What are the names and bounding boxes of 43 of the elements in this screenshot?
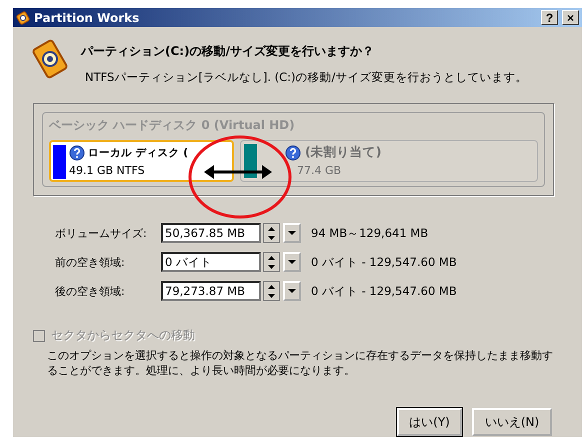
close-button[interactable]: × <box>562 10 579 25</box>
dropdown-button[interactable] <box>283 223 301 243</box>
spinner-control[interactable] <box>263 252 280 272</box>
option-description: このオプションを選択すると操作の対象となるパーティションに存在するデータを保持したまま移動することができます。処理に、より長い時間が必要になります。 <box>47 348 554 378</box>
partition-size: 49.1 GB NTFS <box>69 164 146 177</box>
double-arrow-icon <box>204 165 272 179</box>
dialog-description: NTFSパーティション[ラベルなし]. (C:)の移動/サイズ変更を行おうとしています。 <box>84 70 528 85</box>
checkbox-label: セクタからセクタへの移動 <box>51 327 195 344</box>
partition-name: ローカル ディスク ( <box>88 146 188 160</box>
field-label: 前の空き領域: <box>55 254 126 270</box>
window-title: Partition Works <box>34 10 140 24</box>
dropdown-button[interactable] <box>283 252 301 272</box>
field-label: ボリュームサイズ: <box>55 226 148 240</box>
help-icon <box>285 144 301 160</box>
no-button[interactable]: いいえ(N) <box>472 408 552 436</box>
disk-title: ベーシック ハードディスク 0 (Virtual HD) <box>49 117 296 134</box>
partition-block[interactable]: ローカル ディスク ( 49.1 GB NTFS <box>49 140 234 182</box>
range-text: 0 バイト - 129,547.60 MB <box>310 284 458 298</box>
dialog-heading: パーティション(C:)の移動/サイズ変更を行いますか？ <box>81 43 375 60</box>
up-arrow-icon <box>268 284 275 288</box>
caret-icon <box>288 231 296 235</box>
help-icon <box>69 145 85 161</box>
dropdown-button[interactable] <box>283 281 301 301</box>
input-field[interactable]: 79,273.87 MB <box>161 281 261 301</box>
input-field[interactable]: 0 バイト <box>161 252 261 272</box>
range-text: 94 MB～129,641 MB <box>310 226 430 240</box>
spinner-control[interactable] <box>263 281 280 301</box>
up-arrow-icon <box>268 256 275 260</box>
down-arrow-icon <box>268 264 275 268</box>
down-arrow-icon <box>268 294 275 298</box>
caret-icon <box>288 289 296 293</box>
partition-name: (未割り当て) <box>305 144 382 161</box>
range-text: 0 バイト - 129,547.60 MB <box>310 254 458 270</box>
app-icon <box>16 10 30 24</box>
down-arrow-icon <box>268 236 275 240</box>
up-arrow-icon <box>268 226 275 230</box>
field-label: 後の空き領域: <box>55 284 126 298</box>
yes-button[interactable]: はい(Y) <box>397 408 462 436</box>
partition-size: 77.4 GB <box>296 164 342 177</box>
help-button[interactable]: ? <box>541 10 558 25</box>
spinner-control[interactable] <box>263 223 280 243</box>
input-field[interactable]: 50,367.85 MB <box>161 223 261 243</box>
caret-icon <box>288 260 296 264</box>
